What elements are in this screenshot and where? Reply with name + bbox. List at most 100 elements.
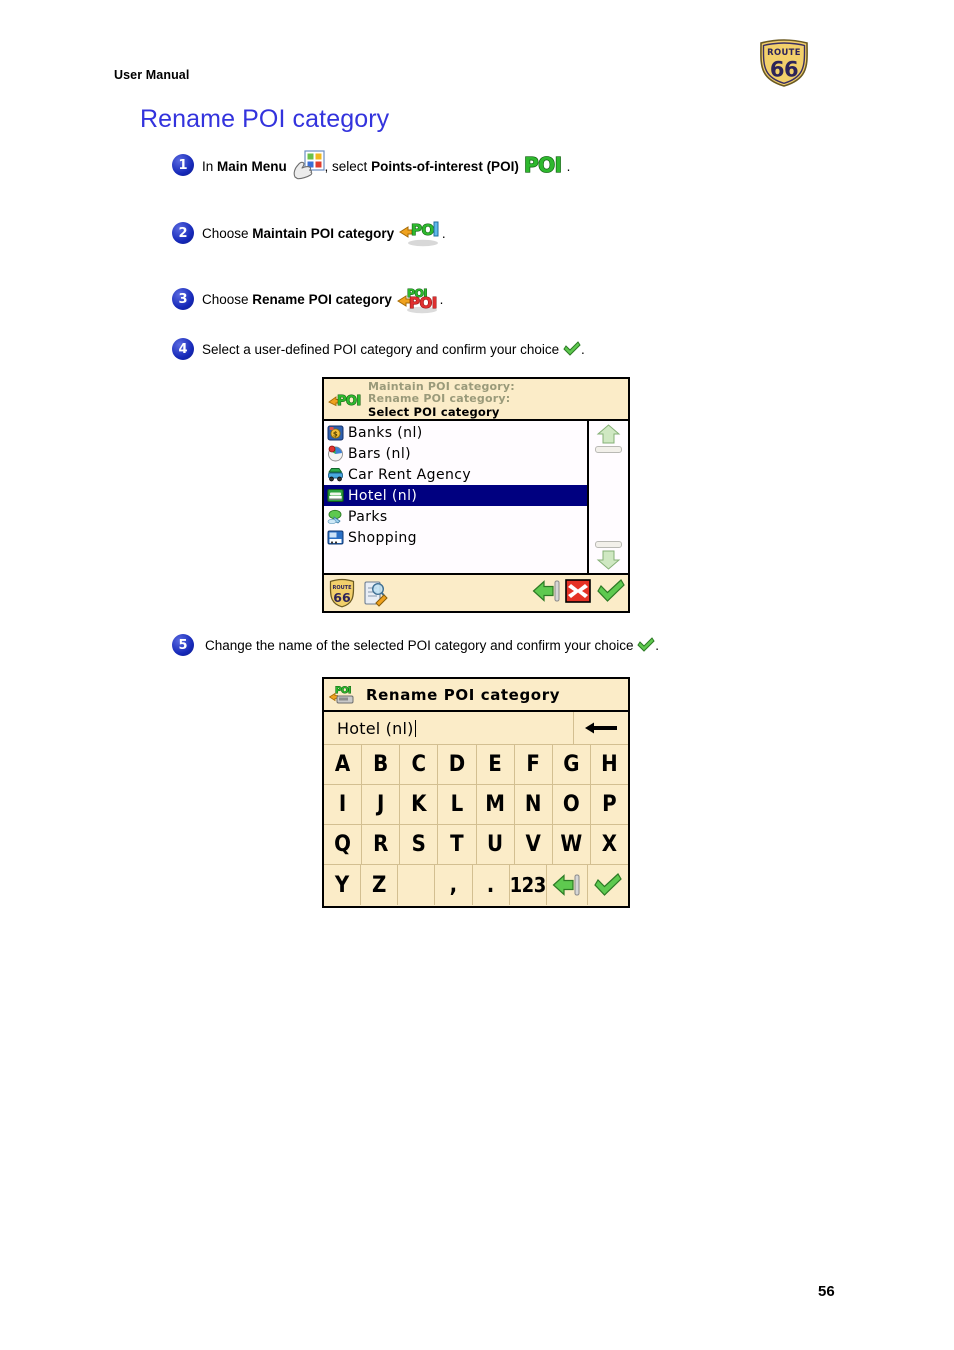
text-caret xyxy=(414,719,416,737)
key-space[interactable] xyxy=(398,865,436,905)
bar-drink-icon xyxy=(327,445,344,462)
keyboard-screen-title: Rename POI category xyxy=(366,685,561,704)
key-N[interactable]: N xyxy=(515,785,553,824)
rename-input-value: Hotel (nl) xyxy=(337,718,414,738)
key-T[interactable]: T xyxy=(438,825,477,864)
screen-header: POI Maintain POI category: Rename POI ca… xyxy=(324,379,628,421)
key-V[interactable]: V xyxy=(515,825,553,864)
key-B[interactable]: B xyxy=(362,745,401,784)
shopping-cart-icon xyxy=(327,529,344,546)
step-2-prefix: Choose xyxy=(202,226,253,241)
key-Y[interactable]: Y xyxy=(324,865,362,905)
step-3-suffix: . xyxy=(439,292,444,307)
key-A[interactable]: A xyxy=(324,745,363,784)
key-F[interactable]: F xyxy=(515,745,553,784)
route66-logo: ROUTE 66 xyxy=(755,38,813,88)
key-S[interactable]: S xyxy=(400,825,439,864)
key-comma[interactable]: , xyxy=(435,865,473,905)
scroll-down-arrow-icon[interactable] xyxy=(596,549,621,570)
list-item[interactable]: Shopping xyxy=(324,527,587,548)
key-D[interactable]: D xyxy=(438,745,477,784)
list-item-label: Hotel (nl) xyxy=(348,487,418,504)
car-rental-icon xyxy=(327,466,344,483)
key-E[interactable]: E xyxy=(477,745,515,784)
list-item[interactable]: Car Rent Agency xyxy=(324,464,587,485)
key-O[interactable]: O xyxy=(553,785,591,824)
key-W[interactable]: W xyxy=(553,825,591,864)
list-item[interactable]: $ Banks (nl) xyxy=(324,422,587,443)
key-K[interactable]: K xyxy=(400,785,439,824)
step-1-bold-main-menu: Main Menu xyxy=(217,159,287,174)
key-X[interactable]: X xyxy=(591,825,628,864)
list-item-label: Car Rent Agency xyxy=(348,466,472,483)
maintain-poi-category-icon: PO xyxy=(398,219,442,247)
svg-text:ROUTE: ROUTE xyxy=(767,47,801,57)
step-4-suffix: . xyxy=(580,342,585,357)
list-item[interactable]: Parks xyxy=(324,506,587,527)
svg-text:POI: POI xyxy=(409,294,437,312)
key-M[interactable]: M xyxy=(477,785,515,824)
current-screen-title: Select POI category xyxy=(368,404,500,419)
scroll-thumb-bottom[interactable] xyxy=(595,541,622,548)
rename-input[interactable]: Hotel (nl) xyxy=(324,712,574,744)
svg-text:POI: POI xyxy=(335,686,351,696)
step-number-3: 3 xyxy=(172,288,194,310)
step-3-text: Choose Rename POI category POI POI . xyxy=(194,284,443,314)
keyboard-row-3: Q R S T U V W X xyxy=(324,825,628,865)
input-row: Hotel (nl) xyxy=(324,712,628,745)
confirm-check-icon[interactable] xyxy=(596,578,625,608)
route66-logo-icon[interactable]: ROUTE 66 xyxy=(328,578,356,608)
search-edit-icon[interactable] xyxy=(363,579,389,607)
svg-text:POI: POI xyxy=(524,153,562,177)
svg-text:66: 66 xyxy=(770,58,798,82)
key-Z[interactable]: Z xyxy=(361,865,399,905)
key-J[interactable]: J xyxy=(362,785,401,824)
key-period[interactable]: . xyxy=(473,865,510,905)
step-3: 3 Choose Rename POI category POI POI . xyxy=(172,284,443,314)
key-Q[interactable]: Q xyxy=(324,825,363,864)
step-3-prefix: Choose xyxy=(202,292,253,307)
keyboard-back-arrow-icon[interactable] xyxy=(547,865,588,905)
key-L[interactable]: L xyxy=(438,785,477,824)
rename-poi-category-icon: POI POI xyxy=(396,284,440,314)
step-5-text: Change the name of the selected POI cate… xyxy=(194,637,659,653)
cancel-cross-icon[interactable] xyxy=(564,578,592,608)
backspace-arrow-icon[interactable] xyxy=(574,712,628,744)
step-2-bold: Maintain POI category xyxy=(252,226,395,241)
key-C[interactable]: C xyxy=(400,745,439,784)
step-number-4: 4 xyxy=(172,338,194,360)
list-item[interactable]: Bars (nl) xyxy=(324,443,587,464)
poi-category-icon: POI xyxy=(328,386,364,412)
list-item-label: Banks (nl) xyxy=(348,424,423,441)
svg-text:POI: POI xyxy=(337,394,361,409)
screen-breadcrumb: Maintain POI category: Rename POI catego… xyxy=(368,380,515,419)
main-menu-icon xyxy=(291,150,325,180)
back-arrow-icon[interactable] xyxy=(532,578,560,608)
list-item-label: Shopping xyxy=(348,529,417,546)
device-screenshot-select-poi-category: POI Maintain POI category: Rename POI ca… xyxy=(322,377,630,613)
list-item-selected[interactable]: Hotel (nl) xyxy=(324,485,587,506)
key-U[interactable]: U xyxy=(477,825,515,864)
key-numeric-mode[interactable]: 123 xyxy=(510,865,547,905)
poi-category-list[interactable]: $ Banks (nl) Bars (nl) Car Rent Agency H… xyxy=(324,421,589,573)
scroll-up-arrow-icon[interactable] xyxy=(596,424,621,445)
step-number-2: 2 xyxy=(172,222,194,244)
step-1-suffix: . xyxy=(566,159,571,174)
key-H[interactable]: H xyxy=(591,745,628,784)
keyboard-screen-header: POI Rename POI category xyxy=(324,679,628,712)
key-P[interactable]: P xyxy=(591,785,628,824)
key-R[interactable]: R xyxy=(362,825,401,864)
key-I[interactable]: I xyxy=(324,785,363,824)
step-4-prefix: Select a user-defined POI category and c… xyxy=(202,342,563,357)
keyboard-row-4: Y Z , . 123 xyxy=(324,865,628,905)
keyboard-confirm-check-icon[interactable] xyxy=(588,865,628,905)
list-item-label: Parks xyxy=(348,508,388,525)
scrollbar[interactable] xyxy=(589,421,628,573)
poi-green-icon: POI xyxy=(523,152,567,177)
rename-poi-category-icon: POI xyxy=(328,683,359,707)
step-5: 5 Change the name of the selected POI ca… xyxy=(172,634,659,656)
key-G[interactable]: G xyxy=(553,745,591,784)
step-1: 1 In Main Menu , select Points-of-intere… xyxy=(172,150,570,180)
screen-toolbar: ROUTE 66 xyxy=(324,573,628,611)
scroll-thumb-top[interactable] xyxy=(595,446,622,453)
